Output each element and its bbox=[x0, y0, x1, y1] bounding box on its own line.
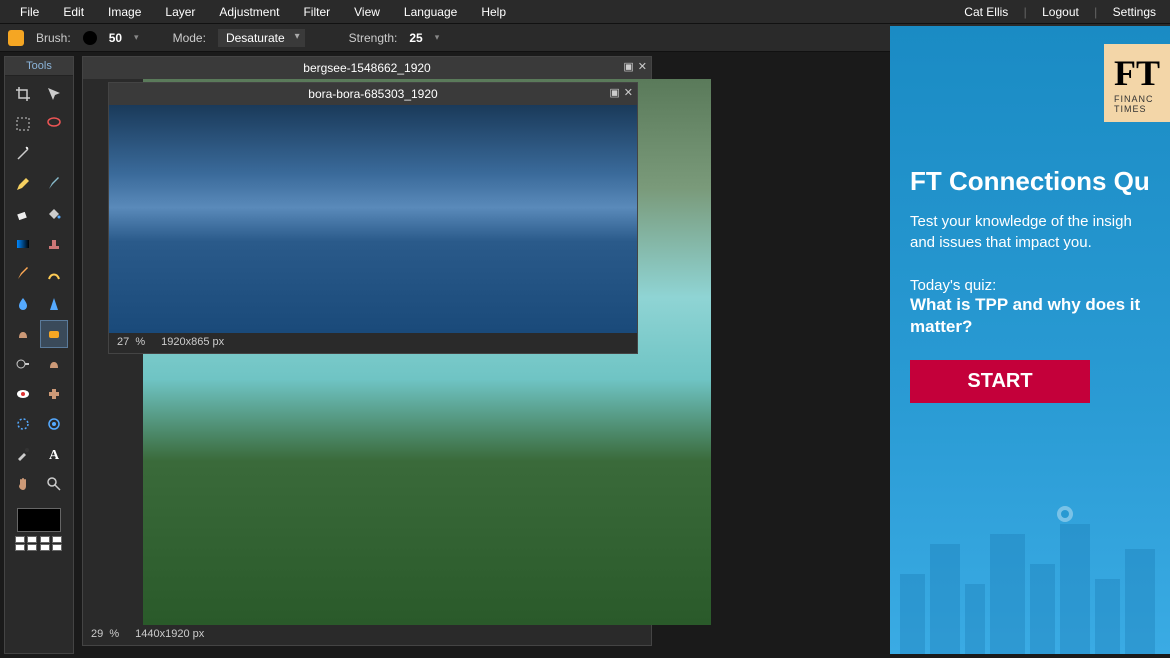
menu-language[interactable]: Language bbox=[392, 1, 469, 23]
lasso-tool[interactable] bbox=[40, 110, 68, 138]
user-links: Cat Ellis | Logout | Settings bbox=[958, 5, 1162, 19]
maximize-icon[interactable]: ▣ bbox=[609, 86, 619, 99]
draw-tool[interactable] bbox=[40, 260, 68, 288]
brush-size-value[interactable]: 50 bbox=[109, 31, 122, 45]
mode-dropdown[interactable]: Desaturate bbox=[218, 29, 305, 47]
dropdown-arrow-icon[interactable]: ▾ bbox=[134, 32, 139, 43]
active-tool-icon bbox=[8, 30, 24, 46]
sponge-tool[interactable] bbox=[40, 320, 68, 348]
burn-tool[interactable] bbox=[40, 350, 68, 378]
dropdown-arrow-icon[interactable]: ▾ bbox=[435, 32, 440, 43]
wand-tool[interactable] bbox=[9, 140, 37, 168]
logout-link[interactable]: Logout bbox=[1036, 5, 1085, 19]
empty-tool bbox=[40, 140, 68, 168]
ad-heading: FT Connections Qu bbox=[910, 166, 1150, 197]
start-button[interactable]: START bbox=[910, 360, 1090, 403]
color-swatches[interactable] bbox=[15, 536, 63, 551]
foreground-color-swatch[interactable] bbox=[17, 508, 61, 532]
zoom-tool[interactable] bbox=[40, 470, 68, 498]
mode-label: Mode: bbox=[173, 31, 206, 45]
canvas-bora[interactable] bbox=[109, 105, 637, 333]
menu-help[interactable]: Help bbox=[469, 1, 518, 23]
ad-quiz-label: Today's quiz: bbox=[910, 277, 1150, 294]
menu-image[interactable]: Image bbox=[96, 1, 153, 23]
type-tool[interactable]: A bbox=[40, 440, 68, 468]
bucket-tool[interactable] bbox=[40, 200, 68, 228]
eraser-tool[interactable] bbox=[9, 200, 37, 228]
move-tool[interactable] bbox=[40, 80, 68, 108]
gradient-tool[interactable] bbox=[9, 230, 37, 258]
sharpen-tool[interactable] bbox=[40, 290, 68, 318]
brush-preview-icon[interactable] bbox=[83, 31, 97, 45]
pinch-tool[interactable] bbox=[40, 410, 68, 438]
document-footer: 27 % 1920x865 px bbox=[109, 333, 637, 351]
stamp-tool[interactable] bbox=[40, 230, 68, 258]
dodge-tool[interactable] bbox=[9, 350, 37, 378]
document-title[interactable]: bora-bora-685303_1920 ▣ ✕ bbox=[109, 83, 637, 105]
menu-edit[interactable]: Edit bbox=[51, 1, 96, 23]
maximize-icon[interactable]: ▣ bbox=[623, 60, 633, 73]
menu-bar: File Edit Image Layer Adjustment Filter … bbox=[0, 0, 1170, 24]
menu-file[interactable]: File bbox=[8, 1, 51, 23]
close-icon[interactable]: ✕ bbox=[624, 86, 633, 99]
skyline-graphic bbox=[890, 494, 1170, 654]
pencil-tool[interactable] bbox=[9, 170, 37, 198]
close-icon[interactable]: ✕ bbox=[638, 60, 647, 73]
blur-tool[interactable] bbox=[9, 290, 37, 318]
brush-label: Brush: bbox=[36, 31, 71, 45]
user-name[interactable]: Cat Ellis bbox=[958, 5, 1014, 19]
workspace: bergsee-1548662_1920 ▣ ✕ 29 % 1440x1920 … bbox=[78, 52, 958, 658]
svg-text:A: A bbox=[49, 448, 60, 462]
menu-view[interactable]: View bbox=[342, 1, 392, 23]
document-window-bora[interactable]: bora-bora-685303_1920 ▣ ✕ 27 % 1920x865 … bbox=[108, 82, 638, 354]
ft-logo: FT FINANC TIMES bbox=[1104, 44, 1170, 122]
spot-heal-tool[interactable] bbox=[40, 380, 68, 408]
document-footer: 29 % 1440x1920 px bbox=[83, 625, 651, 643]
tools-panel: Tools A bbox=[4, 56, 74, 654]
marquee-tool[interactable] bbox=[9, 110, 37, 138]
strength-value[interactable]: 25 bbox=[409, 31, 422, 45]
settings-link[interactable]: Settings bbox=[1107, 5, 1162, 19]
ad-question: What is TPP and why does it matter? bbox=[910, 294, 1150, 338]
strength-label: Strength: bbox=[349, 31, 398, 45]
picker-tool[interactable] bbox=[9, 440, 37, 468]
document-title[interactable]: bergsee-1548662_1920 ▣ ✕ bbox=[83, 57, 651, 79]
smudge-tool[interactable] bbox=[9, 320, 37, 348]
menu-layer[interactable]: Layer bbox=[153, 1, 207, 23]
ad-body: Test your knowledge of the insigh and is… bbox=[910, 211, 1150, 253]
ad-sidebar: FT FINANC TIMES FT Connections Qu Test y… bbox=[890, 26, 1170, 654]
menu-filter[interactable]: Filter bbox=[291, 1, 342, 23]
replace-color-tool[interactable] bbox=[9, 260, 37, 288]
crop-tool[interactable] bbox=[9, 80, 37, 108]
hand-tool[interactable] bbox=[9, 470, 37, 498]
menu-adjustment[interactable]: Adjustment bbox=[207, 1, 291, 23]
tools-panel-header: Tools bbox=[5, 57, 73, 76]
bloat-tool[interactable] bbox=[9, 410, 37, 438]
redeye-tool[interactable] bbox=[9, 380, 37, 408]
brush-tool[interactable] bbox=[40, 170, 68, 198]
